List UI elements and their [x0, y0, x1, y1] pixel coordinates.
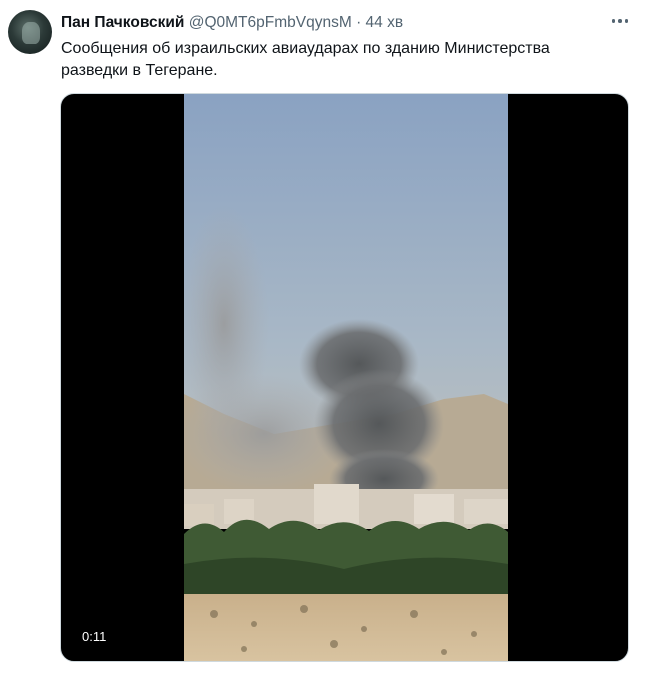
tweet-header: Пан Пачковский @Q0MT6pFmbVqynsM · 44 хв [61, 13, 403, 33]
avatar-figure [22, 22, 40, 44]
video-duration: 0:11 [76, 627, 113, 647]
separator-dot: · [356, 14, 362, 31]
more-horizontal-icon[interactable] [608, 11, 632, 31]
video-player[interactable]: 0:11 [60, 93, 629, 662]
building-5 [184, 504, 214, 526]
avatar[interactable] [8, 10, 52, 54]
video-frame[interactable] [184, 94, 508, 661]
author-handle[interactable]: @Q0MT6pFmbVqynsM [189, 14, 352, 31]
building-4 [464, 499, 508, 524]
tweet[interactable]: Пан Пачковский @Q0MT6pFmbVqynsM · 44 хв … [0, 0, 651, 674]
tweet-time[interactable]: 44 хв [366, 14, 404, 31]
tweet-text: Сообщения об израильских авиаударах по з… [61, 40, 550, 79]
author-name[interactable]: Пан Пачковский [61, 14, 184, 31]
building-1 [314, 484, 359, 524]
building-3 [414, 494, 454, 524]
ground [184, 594, 508, 661]
